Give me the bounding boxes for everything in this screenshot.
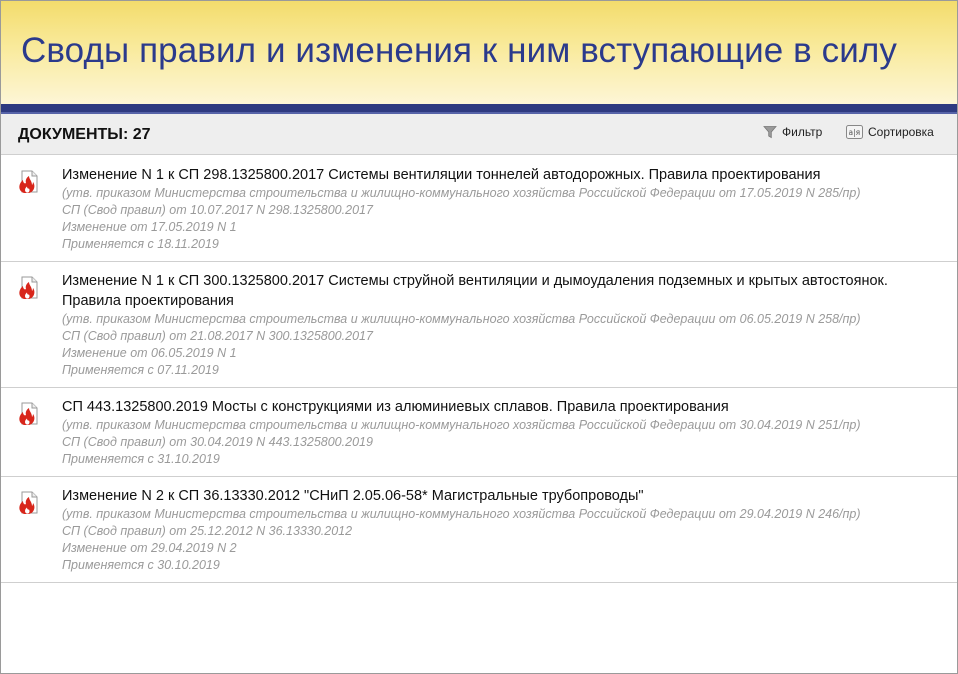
page-title: Своды правил и изменения к ним вступающи… — [21, 31, 898, 70]
document-change: Изменение от 06.05.2019 N 1 — [62, 346, 237, 360]
document-approval: (утв. приказом Министерства строительств… — [62, 418, 861, 432]
document-item[interactable]: СП 443.1325800.2019 Мосты с конструкциям… — [1, 388, 957, 477]
document-title-link[interactable]: Изменение N 2 к СП 36.13330.2012 "СНиП 2… — [62, 486, 947, 506]
document-approval: (утв. приказом Министерства строительств… — [62, 507, 861, 521]
page-frame: Своды правил и изменения к ним вступающи… — [0, 0, 958, 674]
page-header: Своды правил и изменения к ним вступающи… — [1, 1, 957, 104]
document-change: Изменение от 17.05.2019 N 1 — [62, 220, 237, 234]
sort-label: Сортировка — [868, 125, 934, 139]
document-approval: (утв. приказом Министерства строительств… — [62, 186, 861, 200]
document-item[interactable]: Изменение N 1 к СП 300.1325800.2017 Сист… — [1, 262, 957, 388]
document-title-link[interactable]: СП 443.1325800.2019 Мосты с конструкциям… — [62, 397, 947, 417]
document-item[interactable]: Изменение N 1 к СП 298.1325800.2017 Сист… — [1, 156, 957, 262]
document-code: СП (Свод правил) от 10.07.2017 N 298.132… — [62, 203, 373, 217]
document-flame-icon — [19, 491, 38, 514]
document-applies: Применяется с 07.11.2019 — [62, 363, 219, 377]
document-title-link[interactable]: Изменение N 1 к СП 298.1325800.2017 Сист… — [62, 165, 947, 185]
header-divider — [1, 104, 957, 114]
document-code: СП (Свод правил) от 21.08.2017 N 300.132… — [62, 329, 373, 343]
document-item[interactable]: Изменение N 2 к СП 36.13330.2012 "СНиП 2… — [1, 477, 957, 583]
list-toolbar: ДОКУМЕНТЫ: 27 Фильтр a|я Сортировка — [1, 114, 957, 155]
document-title-link[interactable]: Изменение N 1 к СП 300.1325800.2017 Сист… — [62, 271, 947, 311]
document-count: ДОКУМЕНТЫ: 27 — [18, 126, 151, 143]
filter-label: Фильтр — [782, 125, 823, 139]
funnel-icon — [763, 126, 777, 139]
document-flame-icon — [19, 402, 38, 425]
sort-button[interactable]: a|я Сортировка — [846, 125, 934, 139]
document-code: СП (Свод правил) от 25.12.2012 N 36.1333… — [62, 524, 353, 538]
document-applies: Применяется с 31.10.2019 — [62, 452, 220, 466]
document-code: СП (Свод правил) от 30.04.2019 N 443.132… — [62, 435, 373, 449]
document-flame-icon — [19, 170, 38, 193]
sort-az-icon: a|я — [846, 125, 863, 139]
document-approval: (утв. приказом Министерства строительств… — [62, 312, 861, 326]
document-applies: Применяется с 18.11.2019 — [62, 237, 219, 251]
document-list: Изменение N 1 к СП 298.1325800.2017 Сист… — [1, 156, 957, 583]
document-flame-icon — [19, 276, 38, 299]
document-change: Изменение от 29.04.2019 N 2 — [62, 541, 237, 555]
filter-button[interactable]: Фильтр — [763, 125, 822, 139]
document-applies: Применяется с 30.10.2019 — [62, 558, 220, 572]
svg-text:a|я: a|я — [849, 128, 861, 137]
